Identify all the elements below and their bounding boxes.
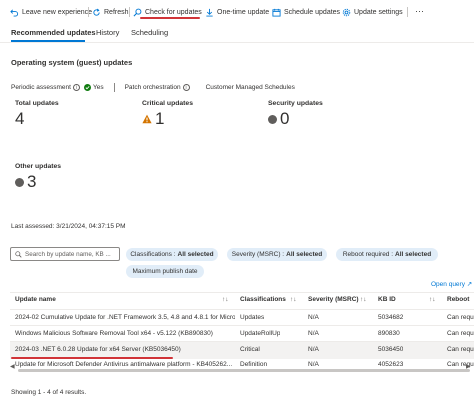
periodic-assessment-label: Periodic assessment bbox=[11, 83, 71, 91]
filter-reboot-required[interactable]: Reboot required : All selected bbox=[336, 248, 438, 261]
column-header-update-name[interactable]: Update name bbox=[15, 296, 56, 303]
horizontal-scrollbar[interactable] bbox=[18, 369, 470, 372]
tab-recommended-updates[interactable]: Recommended updates bbox=[11, 28, 96, 37]
warning-icon bbox=[142, 114, 152, 124]
kb-id-cell: 5034682 bbox=[378, 314, 404, 321]
other-updates-count: 3 bbox=[27, 172, 37, 191]
search-icon bbox=[15, 250, 22, 258]
status-row: Periodic assessment i Yes Patch orchestr… bbox=[11, 82, 295, 92]
classification-cell: UpdateRollUp bbox=[240, 330, 281, 337]
column-header-severity[interactable]: Severity (MSRC) bbox=[308, 296, 359, 303]
update-name-cell[interactable]: 2024-02 Cumulative Update for .NET Frame… bbox=[15, 314, 235, 321]
other-updates-label: Other updates bbox=[15, 163, 62, 170]
scroll-right-icon[interactable]: ▶ bbox=[466, 363, 471, 370]
sort-icon[interactable]: ↑↓ bbox=[290, 296, 297, 303]
external-link-icon: ↗ bbox=[466, 281, 473, 288]
info-icon[interactable]: i bbox=[72, 83, 80, 91]
update-name-cell[interactable]: Update for Microsoft Defender Antivirus … bbox=[15, 361, 235, 368]
toolbar-divider bbox=[407, 7, 408, 17]
update-name-cell[interactable]: Windows Malicious Software Removal Tool … bbox=[15, 330, 235, 337]
download-icon bbox=[205, 8, 214, 17]
toolbar-divider bbox=[129, 7, 130, 17]
security-updates-card: Security updates 0 bbox=[268, 100, 323, 129]
sort-icon[interactable]: ↑↓ bbox=[429, 296, 436, 303]
annotation-underline bbox=[11, 357, 173, 359]
filter-severity[interactable]: Severity (MSRC) : All selected bbox=[227, 248, 327, 261]
update-settings-button[interactable]: Update settings bbox=[342, 6, 403, 19]
classification-cell: Updates bbox=[240, 314, 265, 321]
kb-id-cell: 890830 bbox=[378, 330, 400, 337]
reboot-cell: Can requ bbox=[447, 346, 474, 353]
severity-cell: N/A bbox=[308, 346, 319, 353]
severity-cell: N/A bbox=[308, 314, 319, 321]
leave-new-experience-button[interactable]: Leave new experience bbox=[10, 6, 92, 19]
reboot-cell: Can requ bbox=[447, 314, 474, 321]
status-divider bbox=[113, 82, 115, 92]
severity-cell: N/A bbox=[308, 361, 319, 368]
filter-maximum-publish-date[interactable]: Maximum publish date bbox=[126, 265, 204, 278]
search-placeholder: Search by update name, KB ... bbox=[25, 250, 111, 258]
total-updates-label: Total updates bbox=[15, 100, 59, 107]
check-circle-icon bbox=[83, 83, 91, 91]
status-dot-icon bbox=[15, 177, 24, 187]
total-updates-card: Total updates 4 bbox=[15, 100, 59, 129]
refresh-button[interactable]: Refresh bbox=[92, 6, 129, 19]
toolbar-divider bbox=[88, 7, 89, 17]
calendar-icon bbox=[272, 8, 281, 17]
periodic-assessment-value: Yes bbox=[92, 83, 104, 91]
search-input[interactable]: Search by update name, KB ... bbox=[10, 247, 120, 261]
last-assessed-text: Last assessed: 3/21/2024, 04:37:15 PM bbox=[11, 223, 126, 230]
row-divider bbox=[10, 325, 474, 326]
results-count: Showing 1 - 4 of 4 results. bbox=[11, 389, 87, 396]
refresh-icon bbox=[92, 8, 101, 17]
critical-updates-card: Critical updates 1 bbox=[142, 100, 193, 129]
sort-icon[interactable]: ↑↓ bbox=[360, 296, 367, 303]
status-dot-icon bbox=[268, 114, 277, 124]
search-icon bbox=[133, 8, 142, 17]
critical-updates-label: Critical updates bbox=[142, 100, 193, 107]
kb-id-cell: 5036450 bbox=[378, 346, 404, 353]
header-divider bbox=[10, 309, 474, 310]
customer-managed-schedules: Customer Managed Schedules bbox=[205, 83, 295, 91]
security-updates-label: Security updates bbox=[268, 100, 323, 107]
undo-arrow-icon bbox=[10, 8, 19, 17]
patch-orchestration-label: Patch orchestration bbox=[124, 83, 181, 91]
column-header-classifications[interactable]: Classifications bbox=[240, 296, 286, 303]
info-icon[interactable]: i bbox=[182, 83, 190, 91]
schedule-updates-button[interactable]: Schedule updates bbox=[272, 6, 340, 19]
update-name-cell[interactable]: 2024-03 .NET 6.0.28 Update for x64 Serve… bbox=[15, 346, 235, 353]
gear-icon bbox=[342, 8, 351, 17]
classification-cell: Definition bbox=[240, 361, 268, 368]
more-actions-button[interactable]: ··· bbox=[415, 4, 424, 17]
table-top-border bbox=[10, 292, 474, 293]
command-bar: Leave new experience Refresh Check for u… bbox=[0, 0, 474, 24]
reboot-cell: Can requ bbox=[447, 330, 474, 337]
classification-cell: Critical bbox=[240, 346, 260, 353]
scroll-left-icon[interactable]: ◀ bbox=[10, 363, 15, 370]
tab-divider bbox=[0, 42, 474, 43]
filter-classifications[interactable]: Classifications : All selected bbox=[126, 248, 218, 261]
one-time-update-button[interactable]: One-time update bbox=[205, 6, 269, 19]
security-updates-count: 0 bbox=[280, 109, 290, 128]
critical-updates-count: 1 bbox=[155, 109, 165, 128]
total-updates-count: 4 bbox=[15, 109, 25, 128]
severity-cell: N/A bbox=[308, 330, 319, 337]
annotation-underline bbox=[140, 17, 200, 19]
open-query-link[interactable]: Open query ↗ bbox=[431, 280, 472, 288]
sort-icon[interactable]: ↑↓ bbox=[222, 296, 229, 303]
column-header-kb-id[interactable]: KB ID bbox=[378, 296, 396, 303]
tab-scheduling[interactable]: Scheduling bbox=[131, 28, 168, 37]
section-title: Operating system (guest) updates bbox=[11, 58, 133, 67]
column-header-reboot[interactable]: Reboot bbox=[447, 296, 469, 303]
tab-history[interactable]: History bbox=[96, 28, 119, 37]
kb-id-cell: 4052623 bbox=[378, 361, 404, 368]
other-updates-card: Other updates 3 bbox=[15, 163, 61, 192]
